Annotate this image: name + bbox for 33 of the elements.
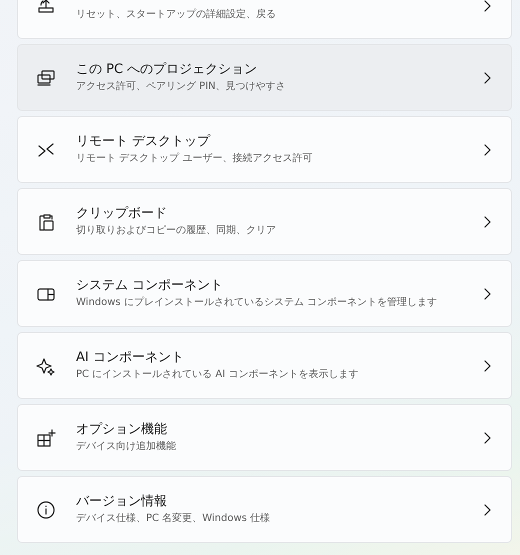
chevron-right-icon xyxy=(483,504,491,516)
item-description: リモート デスクトップ ユーザー、接続アクセス許可 xyxy=(76,152,314,166)
item-description: 切り取りおよびコピーの履歴、同期、クリア xyxy=(76,224,277,238)
settings-card[interactable]: オプション機能 デバイス向け追加機能 xyxy=(17,404,512,471)
item-description: リセット、スタートアップの詳細設定、戻る xyxy=(76,8,277,22)
chevron-right-icon xyxy=(483,72,491,84)
chevron-right-icon xyxy=(483,144,491,156)
add-apps-icon xyxy=(35,426,57,448)
settings-card[interactable]: クリップボード 切り取りおよびコピーの履歴、同期、クリア xyxy=(17,188,512,255)
item-description: アクセス許可、ペアリング PIN、見つけやすさ xyxy=(76,80,287,94)
settings-card[interactable]: リセット、スタートアップの詳細設定、戻る xyxy=(17,0,512,39)
item-title: オプション機能 xyxy=(76,421,168,438)
chevron-right-icon xyxy=(483,216,491,228)
chevron-right-icon xyxy=(483,432,491,444)
item-title: バージョン情報 xyxy=(76,493,168,510)
item-title: システム コンポーネント xyxy=(76,277,224,294)
chevron-right-icon xyxy=(483,288,491,300)
item-title: リモート デスクトップ xyxy=(76,133,212,150)
item-description: Windows にプレインストールされているシステム コンポーネントを管理します xyxy=(76,296,438,310)
item-title: この PC へのプロジェクション xyxy=(76,61,258,78)
settings-card[interactable]: バージョン情報 デバイス仕様、PC 名変更、Windows 仕様 xyxy=(17,476,512,543)
chevron-right-icon xyxy=(483,0,491,12)
settings-card[interactable]: リモート デスクトップ リモート デスクトップ ユーザー、接続アクセス許可 xyxy=(17,116,512,183)
info-icon xyxy=(35,498,57,520)
settings-card[interactable]: システム コンポーネント Windows にプレインストールされているシステム コンポーネントを管理します xyxy=(17,260,512,327)
settings-card[interactable]: AI コンポーネント PC にインストールされている AI コンポーネントを表示します xyxy=(17,332,512,399)
item-description: デバイス仕様、PC 名変更、Windows 仕様 xyxy=(76,512,272,526)
chevron-right-icon xyxy=(483,360,491,372)
item-description: PC にインストールされている AI コンポーネントを表示します xyxy=(76,368,360,382)
item-description: デバイス向け追加機能 xyxy=(76,440,177,454)
item-title: AI コンポーネント xyxy=(76,349,185,366)
settings-card[interactable]: この PC へのプロジェクション アクセス許可、ペアリング PIN、見つけやすさ xyxy=(17,44,512,111)
item-title: クリップボード xyxy=(76,205,168,222)
